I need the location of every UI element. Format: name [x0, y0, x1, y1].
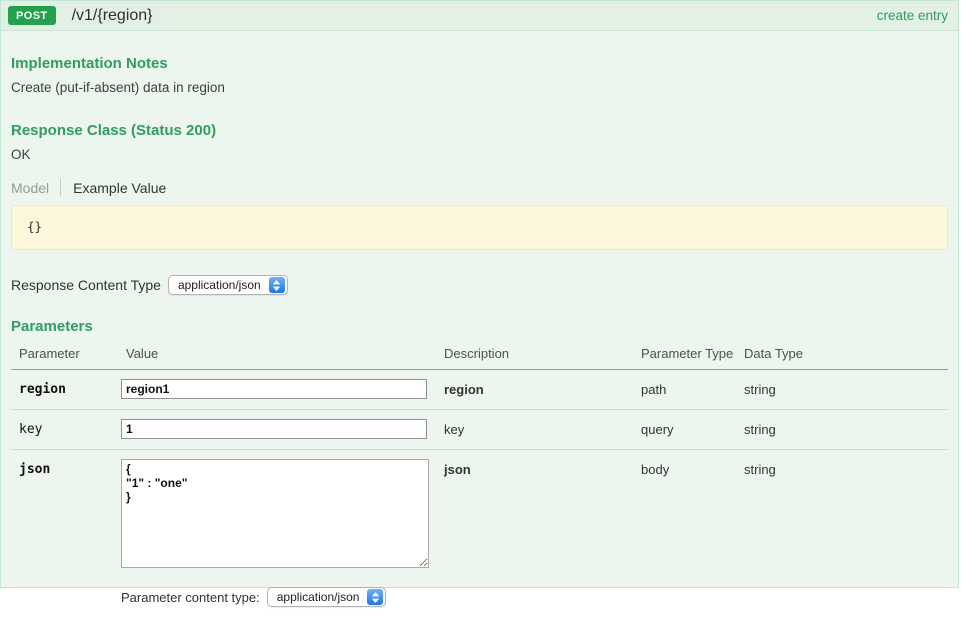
parameters-heading: Parameters — [11, 318, 948, 335]
select-stepper-icon — [367, 589, 383, 605]
parameter-data-type: string — [744, 459, 948, 477]
parameter-description: region — [444, 379, 641, 397]
column-header-data-type: Data Type — [744, 346, 948, 361]
example-value-box: {} — [11, 205, 948, 250]
parameter-type: query — [641, 419, 744, 437]
implementation-notes-text: Create (put-if-absent) data in region — [11, 80, 948, 95]
parameter-data-type: string — [744, 419, 948, 437]
parameter-data-type: string — [744, 379, 948, 397]
tab-example-value[interactable]: Example Value — [61, 180, 166, 196]
select-stepper-icon — [269, 277, 285, 293]
parameter-description: json — [444, 459, 641, 477]
operation-content: Implementation Notes Create (put-if-abse… — [1, 55, 958, 627]
parameter-content-type-select[interactable]: application/json — [267, 587, 387, 607]
parameter-name: json — [11, 459, 121, 477]
operation-panel: POST /v1/{region} create entry Implement… — [0, 0, 959, 588]
response-content-type-row: Response Content Type application/json — [11, 275, 948, 295]
tab-model[interactable]: Model — [11, 180, 60, 196]
parameter-type: path — [641, 379, 744, 397]
column-header-parameter: Parameter — [11, 346, 121, 361]
response-class-heading: Response Class (Status 200) — [11, 122, 948, 139]
column-header-description: Description — [444, 346, 641, 361]
parameter-name: region — [11, 379, 121, 397]
parameter-content-type-label: Parameter content type: — [121, 590, 260, 605]
implementation-notes-heading: Implementation Notes — [11, 55, 948, 72]
parameter-row-key: key key query string — [11, 410, 948, 450]
parameter-row-json: json { "1" : "one" } Parameter content t… — [11, 450, 948, 617]
parameter-name: key — [11, 419, 121, 437]
response-content-type-value: application/json — [178, 279, 261, 291]
response-content-type-label: Response Content Type — [11, 277, 161, 293]
parameter-type: body — [641, 459, 744, 477]
parameter-content-type-row: Parameter content type: application/json — [121, 587, 444, 607]
response-class-status-text: OK — [11, 147, 948, 162]
post-method-badge[interactable]: POST — [8, 6, 56, 25]
region-value-input[interactable] — [121, 379, 427, 399]
column-header-value: Value — [121, 346, 444, 361]
operation-path-link[interactable]: /v1/{region} — [72, 7, 153, 25]
parameters-table: Parameter Value Description Parameter Ty… — [11, 342, 948, 617]
parameter-description: key — [444, 419, 641, 437]
create-entry-link[interactable]: create entry — [877, 8, 948, 23]
response-content-type-select[interactable]: application/json — [168, 275, 288, 295]
column-header-parameter-type: Parameter Type — [641, 346, 744, 361]
json-body-textarea[interactable]: { "1" : "one" } — [121, 459, 429, 568]
parameter-row-region: region region path string — [11, 370, 948, 410]
parameter-content-type-value: application/json — [277, 591, 360, 603]
key-value-input[interactable] — [121, 419, 427, 439]
response-class-tabs: Model Example Value — [11, 179, 948, 196]
operation-header: POST /v1/{region} create entry — [1, 1, 958, 31]
parameters-table-header: Parameter Value Description Parameter Ty… — [11, 342, 948, 370]
